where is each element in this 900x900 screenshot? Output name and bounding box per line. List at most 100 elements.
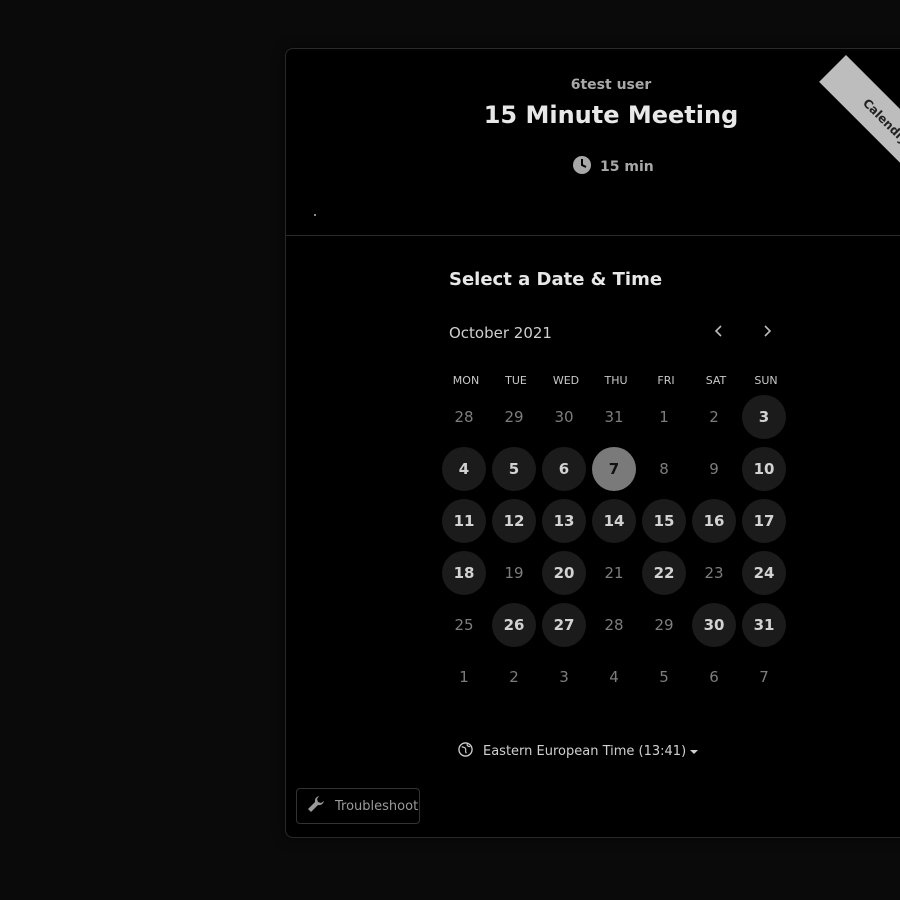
day-button[interactable]: 4 xyxy=(442,447,486,491)
day-button[interactable]: 12 xyxy=(492,499,536,543)
day-cell: 8 xyxy=(639,447,689,499)
weekday-label: FRI xyxy=(657,374,675,387)
day-cell: 22 xyxy=(639,551,689,603)
day-button: 23 xyxy=(704,564,724,582)
weekday-header: MON TUE WED THU FRI SAT SUN xyxy=(441,374,791,387)
weekday-label: TUE xyxy=(505,374,527,387)
day-cell: 1 xyxy=(439,655,489,707)
chevron-left-icon xyxy=(714,325,722,337)
troubleshoot-label: Troubleshoot xyxy=(335,798,419,814)
booking-card: 6test user 15 Minute Meeting 15 min Cale… xyxy=(285,48,900,838)
day-cell: 3 xyxy=(739,395,789,447)
event-header: 6test user 15 Minute Meeting 15 min xyxy=(286,49,900,236)
day-cell: 23 xyxy=(689,551,739,603)
wrench-icon xyxy=(305,793,327,819)
day-cell: 5 xyxy=(639,655,689,707)
day-button[interactable]: 3 xyxy=(742,395,786,439)
day-button[interactable]: 13 xyxy=(542,499,586,543)
day-button[interactable]: 18 xyxy=(442,551,486,595)
day-cell: 30 xyxy=(689,603,739,655)
day-cell: 5 xyxy=(489,447,539,499)
day-button[interactable]: 11 xyxy=(442,499,486,543)
day-button: 5 xyxy=(659,668,669,686)
timezone-label: Eastern European Time (13:41) xyxy=(483,744,687,759)
day-button[interactable]: 6 xyxy=(542,447,586,491)
day-cell: 17 xyxy=(739,499,789,551)
day-cell: 1 xyxy=(639,395,689,447)
day-cell: 25 xyxy=(439,603,489,655)
day-button[interactable]: 31 xyxy=(742,603,786,647)
day-button[interactable]: 17 xyxy=(742,499,786,543)
day-button: 8 xyxy=(659,460,669,478)
day-cell: 20 xyxy=(539,551,589,603)
day-button: 21 xyxy=(604,564,624,582)
day-cell: 18 xyxy=(439,551,489,603)
day-cell: 16 xyxy=(689,499,739,551)
prev-month-button[interactable] xyxy=(711,323,731,343)
day-button: 4 xyxy=(609,668,619,686)
globe-icon xyxy=(458,742,473,761)
day-cell: 13 xyxy=(539,499,589,551)
next-month-button[interactable] xyxy=(759,323,779,343)
day-button: 3 xyxy=(559,668,569,686)
duration-label: 15 min xyxy=(600,159,654,175)
day-cell: 31 xyxy=(589,395,639,447)
day-button: 30 xyxy=(554,408,574,426)
timezone-selector[interactable]: Eastern European Time (13:41) xyxy=(458,742,699,761)
calendar-grid: 28 29 30 31 1 2 3 4 5 6 7 8 9 10 11 12 13 14 15 16 17 18 19 20 2… xyxy=(439,395,789,707)
day-cell: 4 xyxy=(589,655,639,707)
day-cell: 2 xyxy=(489,655,539,707)
day-button: 7 xyxy=(759,668,769,686)
day-cell: 19 xyxy=(489,551,539,603)
day-button: 1 xyxy=(459,668,469,686)
day-button: 6 xyxy=(709,668,719,686)
day-button: 28 xyxy=(604,616,624,634)
day-cell: 2 xyxy=(689,395,739,447)
day-button[interactable]: 27 xyxy=(542,603,586,647)
day-cell: 31 xyxy=(739,603,789,655)
day-cell: 15 xyxy=(639,499,689,551)
day-button[interactable]: 10 xyxy=(742,447,786,491)
day-cell: 6 xyxy=(689,655,739,707)
weekday-label: WED xyxy=(552,374,580,387)
day-button[interactable]: 26 xyxy=(492,603,536,647)
day-cell: 26 xyxy=(489,603,539,655)
day-cell: 28 xyxy=(589,603,639,655)
day-button: 2 xyxy=(709,408,719,426)
day-cell: 7 xyxy=(739,655,789,707)
event-title: 15 Minute Meeting xyxy=(483,101,739,129)
section-title: Select a Date & Time xyxy=(449,269,663,290)
weekday-label: SAT xyxy=(705,374,727,387)
caret-down-icon xyxy=(690,749,699,754)
troubleshoot-button[interactable]: Troubleshoot xyxy=(296,788,420,824)
weekday-label: THU xyxy=(604,374,628,387)
day-cell: 21 xyxy=(589,551,639,603)
day-cell: 12 xyxy=(489,499,539,551)
day-button: 19 xyxy=(504,564,524,582)
day-cell: 4 xyxy=(439,447,489,499)
weekday-label: SUN xyxy=(754,374,778,387)
day-button: 31 xyxy=(604,408,624,426)
day-cell: 28 xyxy=(439,395,489,447)
day-button[interactable]: 22 xyxy=(642,551,686,595)
day-button[interactable]: 5 xyxy=(492,447,536,491)
day-cell: 29 xyxy=(639,603,689,655)
day-button[interactable]: 30 xyxy=(692,603,736,647)
day-button[interactable]: 24 xyxy=(742,551,786,595)
day-cell: 7 xyxy=(589,447,639,499)
weekday-label: MON xyxy=(452,374,480,387)
day-cell: 11 xyxy=(439,499,489,551)
day-cell: 30 xyxy=(539,395,589,447)
day-button: 9 xyxy=(709,460,719,478)
day-button: 1 xyxy=(659,408,669,426)
day-cell: 14 xyxy=(589,499,639,551)
day-button[interactable]: 20 xyxy=(542,551,586,595)
day-cell: 27 xyxy=(539,603,589,655)
day-button[interactable]: 14 xyxy=(592,499,636,543)
day-selected[interactable]: 7 xyxy=(592,447,636,491)
day-button[interactable]: 15 xyxy=(642,499,686,543)
day-button: 29 xyxy=(504,408,524,426)
day-button[interactable]: 16 xyxy=(692,499,736,543)
day-cell: 24 xyxy=(739,551,789,603)
day-cell: 3 xyxy=(539,655,589,707)
